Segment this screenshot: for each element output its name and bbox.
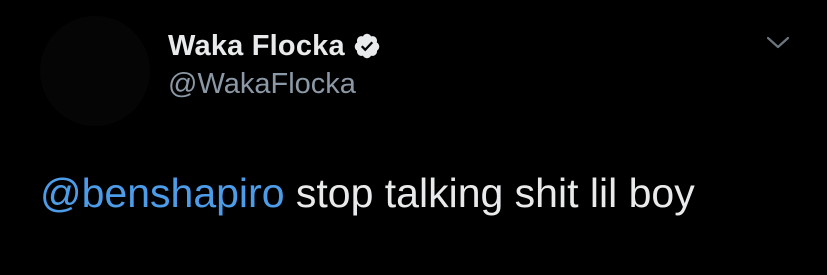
author-display-name[interactable]: Waka Flocka (168, 30, 345, 63)
verified-badge-icon (353, 32, 381, 60)
author-block: Waka Flocka @WakaFlocka (168, 26, 381, 101)
chevron-down-icon (766, 36, 790, 55)
tweet-body-text: stop talking shit lil boy (284, 170, 695, 216)
author-handle[interactable]: @WakaFlocka (168, 68, 381, 101)
avatar[interactable] (40, 16, 150, 126)
tweet-card: Waka Flocka @WakaFlocka @benshapiro stop… (0, 0, 827, 275)
tweet-text: @benshapiro stop talking shit lil boy (40, 170, 695, 217)
tweet-menu-button[interactable] (760, 30, 796, 60)
author-name-row: Waka Flocka (168, 26, 381, 66)
mention-link[interactable]: @benshapiro (40, 170, 285, 216)
